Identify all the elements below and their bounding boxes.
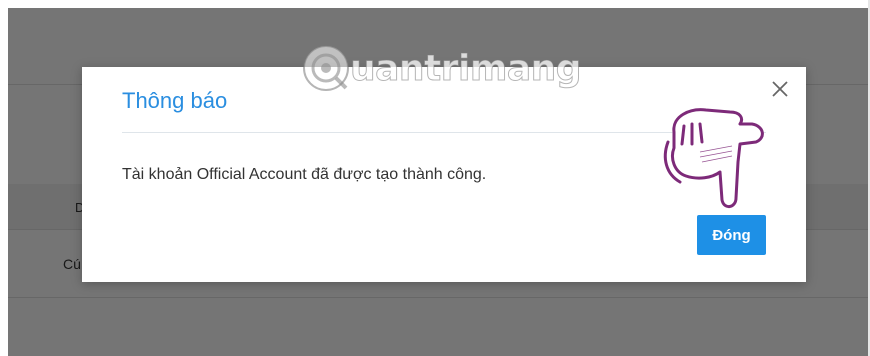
close-icon [772, 81, 788, 97]
close-button[interactable] [768, 77, 792, 101]
dialog-message: Tài khoản Official Account đã được tạo t… [122, 166, 487, 183]
notification-dialog: Thông báo Tài khoản Official Account đã … [82, 67, 806, 282]
dialog-title: Thông báo [122, 88, 228, 113]
close-dialog-button[interactable]: Đóng [697, 215, 766, 255]
dialog-divider [122, 132, 766, 133]
